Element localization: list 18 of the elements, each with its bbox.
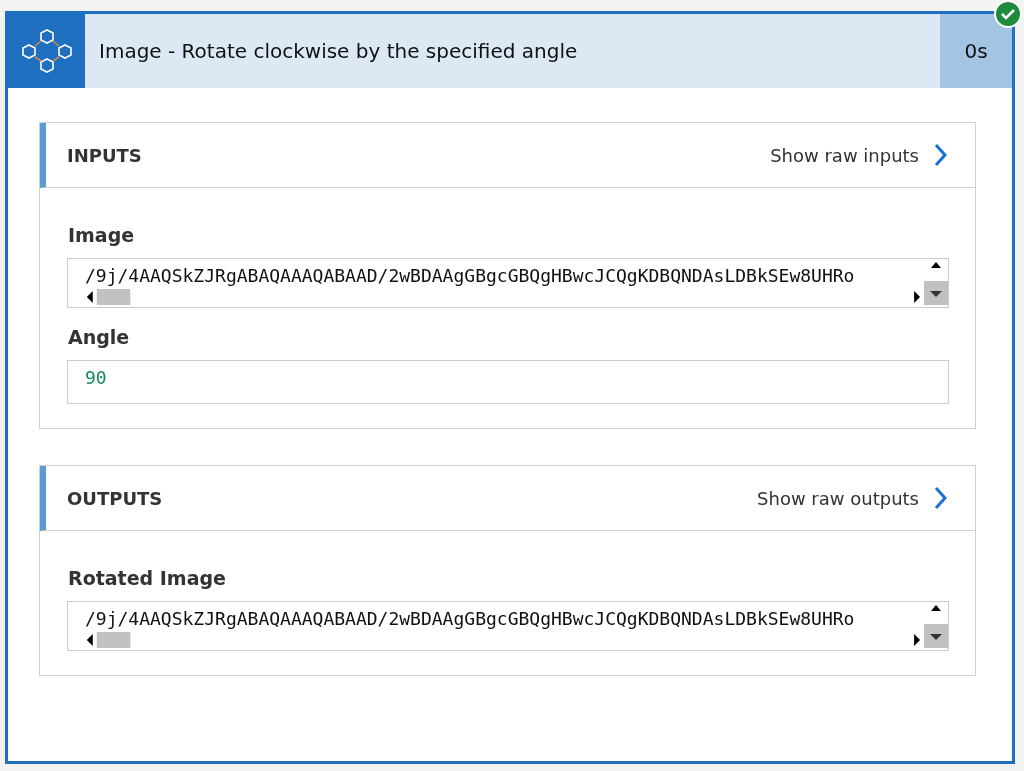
chevron-right-icon — [933, 143, 947, 167]
input-field[interactable]: 90 — [67, 360, 949, 404]
section-heading: OUTPUTS — [67, 487, 164, 509]
field-value: /9j/4AAQSkZJRgABAQAAAQABAAD/2wBDAAgGBgcGBQgHBwcJCQgKDBQNDAsLDBkSEw8UHRo — [85, 265, 856, 287]
show-raw-link[interactable]: Show raw outputs — [757, 486, 947, 510]
duration-label: 0s — [940, 14, 1012, 88]
text-area[interactable]: /9j/4AAQSkZJRgABAQAAAQABAAD/2wBDAAgGBgcGBQgHBwcJCQgKDBQNDAsLDBkSEw8UHRo — [67, 258, 949, 308]
field-label: Rotated Image — [68, 567, 227, 589]
field-label: Image — [68, 224, 136, 246]
section-heading: INPUTS — [67, 144, 143, 166]
step-title: Image - Rotate clockwise by the specified angle — [98, 38, 579, 65]
chevron-right-icon — [933, 486, 947, 510]
text-area[interactable]: /9j/4AAQSkZJRgABAQAAAQABAAD/2wBDAAgGBgcGBQgHBwcJCQgKDBQNDAsLDBkSEw8UHRo — [67, 601, 949, 651]
field-label: Angle — [68, 326, 131, 348]
show-raw-link[interactable]: Show raw inputs — [770, 143, 947, 167]
field-value: 90 — [85, 367, 108, 390]
field-value: /9j/4AAQSkZJRgABAQAAAQABAAD/2wBDAAgGBgcGBQgHBwcJCQgKDBQNDAsLDBkSEw8UHRo — [85, 608, 856, 630]
connected-cubes-icon — [20, 27, 73, 75]
